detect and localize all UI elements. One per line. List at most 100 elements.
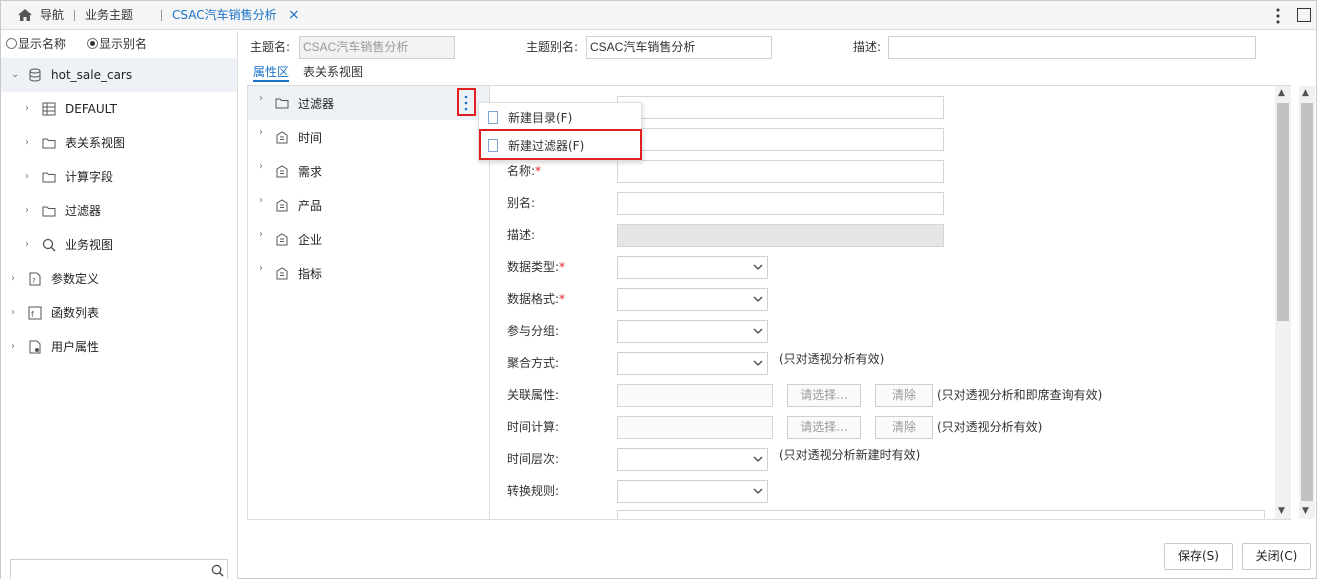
tab-separator bbox=[74, 10, 75, 21]
time-calc-field bbox=[617, 416, 773, 439]
tree-item-filters[interactable]: › 过滤器 bbox=[1, 194, 237, 228]
topic-alias-field[interactable]: CSAC汽车销售分析 bbox=[586, 36, 772, 59]
chevron-right-icon[interactable]: › bbox=[25, 160, 29, 194]
tab-csac-sales[interactable]: CSAC汽车销售分析 bbox=[172, 1, 277, 30]
chevron-right-icon[interactable]: › bbox=[11, 262, 15, 296]
chevron-right-icon[interactable]: › bbox=[25, 92, 29, 126]
convert-rule-textarea[interactable] bbox=[617, 510, 1265, 519]
field-tree-item-filters[interactable]: › 过滤器 bbox=[248, 86, 489, 120]
tree-item-function-list[interactable]: › f 函数列表 bbox=[1, 296, 237, 330]
time-level-note: (只对透视分析新建时有效) bbox=[779, 448, 921, 462]
chevron-right-icon[interactable]: › bbox=[259, 195, 263, 206]
name-field[interactable] bbox=[617, 160, 944, 183]
radio-show-name[interactable] bbox=[6, 38, 17, 49]
convert-label: 转换规则: bbox=[507, 484, 560, 498]
group-select[interactable] bbox=[617, 320, 768, 343]
tree-item-calc-fields[interactable]: › 计算字段 bbox=[1, 160, 237, 194]
chevron-down-icon bbox=[753, 488, 763, 494]
tree-item-label: 表关系视图 bbox=[65, 136, 126, 150]
chevron-right-icon[interactable]: › bbox=[259, 161, 263, 172]
field-tree-item-demand[interactable]: › 需求 bbox=[248, 154, 489, 188]
tree-item-default[interactable]: › DEFAULT bbox=[1, 92, 237, 126]
group-label: 参与分组: bbox=[507, 324, 560, 338]
left-panel: 显示名称 显示别名 ⌄ hot_sale_cars › DEFAULT › 表关… bbox=[1, 31, 238, 579]
chevron-right-icon[interactable]: › bbox=[259, 263, 263, 274]
agg-select[interactable] bbox=[617, 352, 768, 375]
field-tree-item-enterprise[interactable]: › 企业 bbox=[248, 222, 489, 256]
building-icon bbox=[276, 165, 288, 178]
scrollbar-thumb[interactable] bbox=[1301, 103, 1313, 501]
form-field-1[interactable] bbox=[617, 96, 944, 119]
desc-field-label: 描述: bbox=[507, 228, 536, 242]
tree-item-relation-view[interactable]: › 表关系视图 bbox=[1, 126, 237, 160]
chevron-right-icon[interactable]: › bbox=[259, 127, 263, 138]
tree-item-label: hot_sale_cars bbox=[51, 68, 133, 82]
tab-relation-view[interactable]: 表关系视图 bbox=[303, 64, 363, 80]
chevron-right-icon[interactable]: › bbox=[11, 330, 15, 364]
more-vertical-icon[interactable] bbox=[1275, 8, 1281, 24]
tree-item-user-attrs[interactable]: › 用户属性 bbox=[1, 330, 237, 364]
tree-item-hot-sale-cars[interactable]: ⌄ hot_sale_cars bbox=[1, 58, 237, 92]
time-calc-clear-button[interactable]: 清除 bbox=[875, 416, 933, 439]
chevron-down-icon bbox=[753, 264, 763, 270]
building-icon bbox=[276, 267, 288, 280]
chevron-right-icon[interactable]: › bbox=[259, 93, 263, 104]
chevron-down-icon bbox=[753, 456, 763, 462]
time-calc-choose-button[interactable]: 请选择... bbox=[787, 416, 861, 439]
radio-show-alias[interactable] bbox=[87, 38, 98, 49]
tab-close-icon[interactable]: × bbox=[288, 1, 300, 30]
search-icon[interactable] bbox=[211, 564, 224, 577]
chevron-right-icon[interactable]: › bbox=[259, 229, 263, 240]
tree-item-param-def[interactable]: › ? 参数定义 bbox=[1, 262, 237, 296]
menu-item-new-directory[interactable]: 新建目录(F) bbox=[479, 104, 641, 132]
rel-choose-button[interactable]: 请选择... bbox=[787, 384, 861, 407]
tab-attribute-area[interactable]: 属性区 bbox=[253, 64, 290, 82]
field-tree-label: 过滤器 bbox=[298, 97, 335, 111]
convert-select[interactable] bbox=[617, 480, 768, 503]
scroll-down-icon[interactable]: ▼ bbox=[1302, 506, 1309, 516]
chevron-down-icon[interactable]: ⌄ bbox=[11, 58, 19, 92]
form-scrollbar[interactable]: ▲ ▼ bbox=[1275, 86, 1291, 519]
top-tab-bar: 导航 业务主题 CSAC汽车销售分析 × bbox=[1, 1, 1316, 30]
radio-show-alias-label: 显示别名 bbox=[99, 37, 148, 51]
scrollbar-thumb[interactable] bbox=[1277, 103, 1289, 321]
menu-item-new-filter[interactable]: 新建过滤器(F) bbox=[479, 132, 641, 160]
maximize-icon[interactable] bbox=[1297, 8, 1311, 22]
field-tree-item-indicator[interactable]: › 指标 bbox=[248, 256, 489, 290]
table-icon bbox=[42, 102, 56, 116]
scroll-up-icon[interactable]: ▲ bbox=[1278, 88, 1285, 98]
page-scrollbar[interactable]: ▲ ▼ bbox=[1299, 86, 1315, 519]
form-field-2[interactable] bbox=[617, 128, 944, 151]
document-icon bbox=[488, 139, 498, 152]
save-button[interactable]: 保存(S) bbox=[1164, 543, 1233, 570]
chevron-right-icon[interactable]: › bbox=[25, 194, 29, 228]
rel-field bbox=[617, 384, 773, 407]
tree-item-label: DEFAULT bbox=[65, 102, 117, 116]
field-tree-item-product[interactable]: › 产品 bbox=[248, 188, 489, 222]
tree-search-input[interactable] bbox=[10, 559, 228, 579]
scroll-up-icon[interactable]: ▲ bbox=[1302, 88, 1309, 98]
field-tree-item-time[interactable]: › 时间 bbox=[248, 120, 489, 154]
time-calc-note: (只对透视分析有效) bbox=[937, 420, 1043, 434]
folder-icon bbox=[275, 98, 289, 109]
function-icon: f bbox=[28, 306, 42, 320]
data-format-select[interactable] bbox=[617, 288, 768, 311]
rel-clear-button[interactable]: 清除 bbox=[875, 384, 933, 407]
time-level-select[interactable] bbox=[617, 448, 768, 471]
scroll-down-icon[interactable]: ▼ bbox=[1278, 506, 1285, 516]
alias-field[interactable] bbox=[617, 192, 944, 215]
chevron-right-icon[interactable]: › bbox=[25, 126, 29, 160]
tree-item-business-view[interactable]: › 业务视图 bbox=[1, 228, 237, 262]
close-button[interactable]: 关闭(C) bbox=[1242, 543, 1311, 570]
chevron-down-icon bbox=[753, 360, 763, 366]
tab-home[interactable]: 导航 bbox=[40, 1, 64, 30]
desc-field[interactable] bbox=[888, 36, 1256, 59]
more-vertical-icon[interactable] bbox=[463, 95, 469, 111]
data-type-label: 数据类型:* bbox=[507, 260, 566, 274]
chevron-right-icon[interactable]: › bbox=[25, 228, 29, 262]
data-type-select[interactable] bbox=[617, 256, 768, 279]
tab-business-topic[interactable]: 业务主题 bbox=[85, 1, 133, 30]
topic-name-field: CSAC汽车销售分析 bbox=[299, 36, 455, 59]
field-tree-panel: › 过滤器 › 时间 › 需求 › 产品 › 企业 › 指标 bbox=[247, 85, 490, 520]
chevron-right-icon[interactable]: › bbox=[11, 296, 15, 330]
